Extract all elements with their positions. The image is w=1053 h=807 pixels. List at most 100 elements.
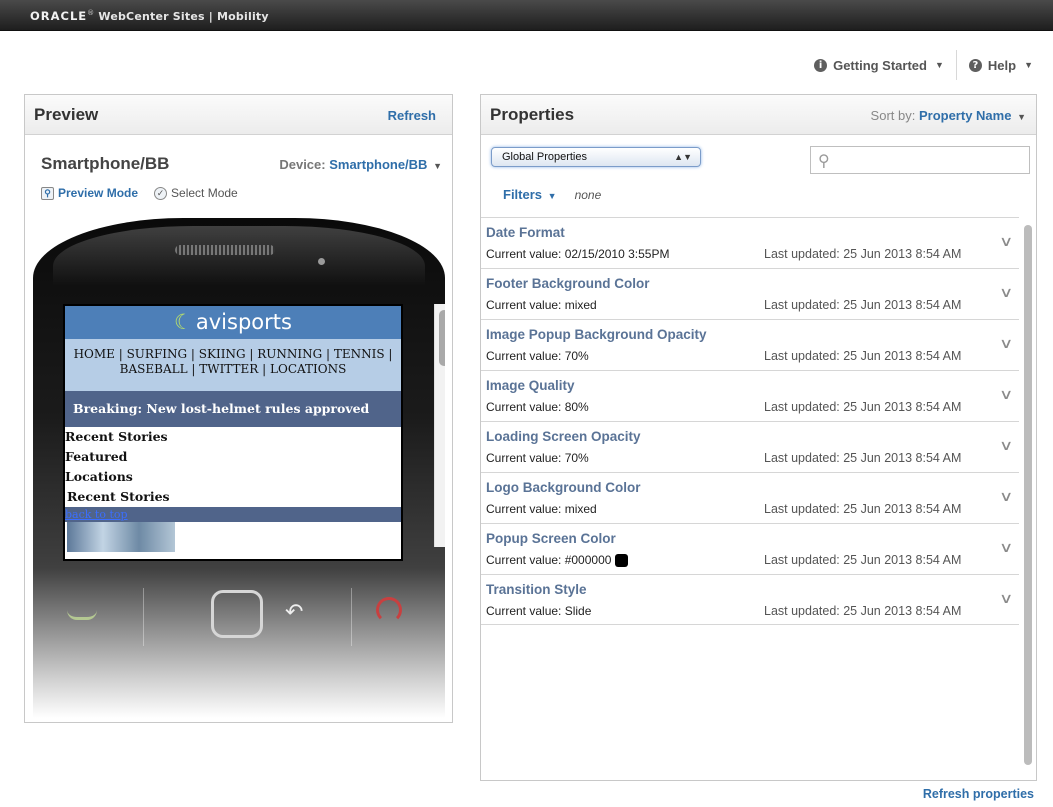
preview-scrollbar-thumb[interactable] (439, 310, 445, 366)
breaking-news[interactable]: Breaking: New lost-helmet rules approved (65, 391, 401, 427)
property-search-input[interactable]: ⚲ (810, 146, 1030, 174)
magnifier-icon: ⚲ (41, 186, 54, 200)
preview-mode-button[interactable]: ⚲ Preview Mode (41, 186, 138, 200)
device-screen[interactable]: ☾ avisports HOME | SURFING | SKIING | RUN… (63, 304, 403, 561)
property-name: Image Quality (486, 378, 575, 393)
brand: ORACLE® WebCenter Sites | Mobility (30, 9, 269, 23)
search-icon: ⚲ (818, 151, 830, 170)
property-row[interactable]: Image Quality Current value: 80% Last up… (481, 370, 1019, 421)
property-row[interactable]: Footer Background Color Current value: m… (481, 268, 1019, 319)
chevron-down-icon: ▼ (1017, 112, 1026, 122)
back-to-top-bar: back to top (65, 507, 401, 522)
screen-item-locations[interactable]: Locations (65, 467, 401, 487)
property-updated: Last updated: 25 Jun 2013 8:54 AM (764, 298, 962, 312)
speaker-grille (175, 245, 275, 255)
device-label: Device: (279, 157, 326, 172)
property-row[interactable]: Popup Screen Color Current value: #00000… (481, 523, 1019, 574)
device-frame: ☾ avisports HOME | SURFING | SKIING | RUN… (33, 208, 445, 720)
property-row[interactable]: Image Popup Background Opacity Current v… (481, 319, 1019, 370)
checkmark-icon: ✓ (154, 186, 168, 200)
help-icon: ? (968, 58, 982, 72)
back-to-top-link[interactable]: back to top (65, 508, 128, 521)
preview-mode-label: Preview Mode (58, 186, 139, 200)
property-value: Current value: 70% (486, 349, 589, 363)
property-name: Logo Background Color (486, 480, 641, 495)
help-menu[interactable]: ? Help ▼ (968, 58, 1033, 73)
refresh-preview-link[interactable]: Refresh (388, 108, 436, 123)
property-name: Popup Screen Color (486, 531, 616, 546)
filters-label: Filters (503, 187, 543, 202)
filters-row: Filters ▼ none (503, 187, 601, 202)
properties-scrollbar[interactable] (1020, 219, 1036, 771)
logo-avi: avi (195, 310, 228, 334)
property-list: Date Format Current value: 02/15/2010 3:… (481, 217, 1019, 625)
chevron-down-icon[interactable]: ∨ (999, 387, 1013, 403)
preview-panel-header: Preview Refresh (25, 95, 452, 135)
refresh-properties-link[interactable]: Refresh properties (923, 787, 1034, 801)
property-updated: Last updated: 25 Jun 2013 8:54 AM (764, 451, 962, 465)
preview-panel: Preview Refresh Smartphone/BB Device: Sm… (24, 94, 453, 723)
property-name: Date Format (486, 225, 565, 240)
site-logo-bar: ☾ avisports (65, 306, 401, 339)
property-value: Current value: Slide (486, 604, 592, 618)
top-bar: ORACLE® WebCenter Sites | Mobility (0, 0, 1053, 31)
property-value: Current value: 80% (486, 400, 589, 414)
color-swatch (615, 553, 629, 567)
oracle-logo: ORACLE (30, 9, 88, 23)
property-name: Image Popup Background Opacity (486, 327, 707, 342)
getting-started-menu[interactable]: i Getting Started ▼ (814, 58, 944, 73)
camera-dot (318, 258, 325, 265)
property-name: Footer Background Color (486, 276, 650, 291)
phone-gloss (53, 226, 425, 286)
chevron-down-icon[interactable]: ∨ (999, 234, 1013, 250)
property-updated: Last updated: 25 Jun 2013 8:54 AM (764, 400, 962, 414)
end-key-icon (376, 597, 402, 623)
device-select[interactable]: Device: Smartphone/BB ▼ (279, 157, 442, 172)
chevron-down-icon[interactable]: ∨ (999, 336, 1013, 352)
property-row[interactable]: Transition Style Current value: Slide La… (481, 574, 1019, 625)
properties-title: Properties (490, 105, 575, 124)
property-row[interactable]: Logo Background Color Current value: mix… (481, 472, 1019, 523)
property-updated: Last updated: 25 Jun 2013 8:54 AM (764, 247, 962, 261)
sort-by-menu[interactable]: Sort by: Property Name ▼ (871, 108, 1026, 123)
properties-panel: Properties Sort by: Property Name ▼ Glob… (480, 94, 1037, 781)
select-mode-label: Select Mode (171, 186, 238, 200)
site-nav[interactable]: HOME | SURFING | SKIING | RUNNING | TENN… (65, 339, 401, 391)
property-updated: Last updated: 25 Jun 2013 8:54 AM (764, 349, 962, 363)
property-row[interactable]: Loading Screen Opacity Current value: 70… (481, 421, 1019, 472)
back-key-icon: ↶ (285, 600, 304, 625)
property-row[interactable]: Date Format Current value: 02/15/2010 3:… (481, 217, 1019, 268)
property-name: Transition Style (486, 582, 587, 597)
properties-panel-header: Properties Sort by: Property Name ▼ (481, 95, 1036, 135)
product-name: WebCenter Sites | Mobility (98, 10, 269, 23)
device-value: Smartphone/BB (329, 157, 428, 172)
header-divider (955, 50, 957, 80)
preview-scrollbar[interactable] (434, 304, 445, 547)
chevron-down-icon: ▼ (433, 161, 442, 171)
chevron-down-icon: ▼ (547, 191, 557, 201)
call-key-icon (67, 606, 97, 620)
screen-section-recent: Recent Stories (67, 489, 170, 504)
key-divider (351, 588, 352, 646)
chevron-down-icon: ▼ (934, 60, 944, 70)
property-scope-select[interactable]: Global Properties ▲▼ (491, 147, 701, 167)
avisports-swirl-icon: ☾ (174, 310, 193, 334)
chevron-down-icon[interactable]: ∨ (999, 489, 1013, 505)
screen-item-recent[interactable]: Recent Stories (65, 427, 401, 447)
getting-started-label: Getting Started (833, 57, 927, 73)
filters-value: none (574, 187, 602, 202)
chevron-down-icon[interactable]: ∨ (999, 540, 1013, 556)
info-icon: i (814, 58, 828, 72)
screen-item-featured[interactable]: Featured (65, 447, 401, 467)
chevron-down-icon[interactable]: ∨ (999, 438, 1013, 454)
property-value: Current value: mixed (486, 502, 597, 516)
filters-menu[interactable]: Filters ▼ (503, 187, 557, 202)
properties-scrollbar-thumb[interactable] (1024, 225, 1032, 765)
select-mode-button[interactable]: ✓ Select Mode (154, 186, 238, 200)
chevron-down-icon[interactable]: ∨ (999, 591, 1013, 607)
chevron-down-icon[interactable]: ∨ (999, 285, 1013, 301)
sort-by-value: Property Name (918, 108, 1012, 123)
story-thumbnail[interactable] (67, 522, 175, 552)
property-updated: Last updated: 25 Jun 2013 8:54 AM (764, 502, 962, 516)
chevron-down-icon: ▼ (1024, 60, 1033, 70)
